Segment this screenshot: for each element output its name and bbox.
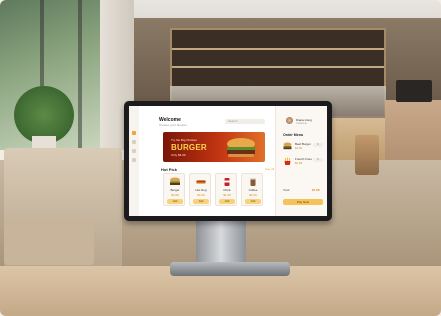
product-card[interactable]: Hot Dog $3.49 Add: [189, 173, 211, 206]
cafe-photo: Welcome Choose your favorite Search Try …: [0, 0, 441, 316]
cart-icon[interactable]: [132, 149, 136, 153]
banner-tagline: Try the Big Chicken: [171, 138, 198, 142]
hotdog-icon: [196, 180, 206, 184]
order-item-price: $4.99: [295, 146, 302, 150]
section-title: Hot Pick: [161, 167, 178, 172]
order-item[interactable]: Beef Burger $4.99 1: [283, 141, 323, 152]
kiosk-monitor: Welcome Choose your favorite Search Try …: [124, 101, 332, 221]
product-card[interactable]: Coffee $2.49 Add: [241, 173, 263, 206]
banner-headline: BURGER: [171, 143, 207, 152]
burger-icon: [283, 142, 292, 150]
coffee-machine: [396, 80, 432, 102]
order-title: Order Menu: [283, 133, 304, 137]
add-button[interactable]: Add: [219, 199, 235, 204]
product-card[interactable]: Drink $1.99 Add: [215, 173, 237, 206]
search-input[interactable]: Search: [225, 119, 265, 124]
shelf-light: [172, 66, 384, 68]
product-name: Coffee: [248, 188, 258, 192]
total-label: Total: [283, 188, 290, 192]
window-frame: [78, 0, 82, 150]
fries-icon: [284, 157, 291, 165]
home-icon[interactable]: [132, 131, 136, 135]
product-price: $2.49: [249, 193, 257, 197]
pay-button[interactable]: Pay Now: [283, 199, 323, 205]
order-item-price: $2.99: [295, 161, 302, 165]
product-name: Drink: [223, 188, 231, 192]
banner-price: Only $6.99: [171, 153, 186, 157]
kiosk-stand: [196, 218, 246, 266]
kiosk-sidebar: [129, 106, 139, 216]
kiosk-screen[interactable]: Welcome Choose your favorite Search Try …: [129, 106, 327, 216]
product-name: Burger: [170, 188, 180, 192]
see-all-link[interactable]: See all: [265, 167, 274, 171]
product-price: $3.49: [197, 193, 205, 197]
drink-icon: [224, 178, 230, 186]
kiosk-base: [170, 262, 290, 276]
order-item[interactable]: French Fries $2.99 1: [283, 156, 323, 167]
total-value: $7.98: [312, 188, 320, 192]
promo-banner[interactable]: Try the Big Chicken BURGER Only $6.99: [163, 132, 265, 162]
bar-stool: [355, 135, 379, 175]
burger-icon: [170, 177, 180, 185]
shelf-light: [172, 48, 384, 50]
product-price: $1.99: [223, 193, 231, 197]
avatar[interactable]: [286, 117, 293, 124]
add-button[interactable]: Add: [193, 199, 209, 204]
quantity-stepper[interactable]: 1: [313, 143, 323, 147]
user-role: Customer: [296, 122, 308, 125]
menu-icon[interactable]: [132, 140, 136, 144]
quantity-stepper[interactable]: 1: [313, 158, 323, 162]
add-button[interactable]: Add: [245, 199, 261, 204]
coffee-icon: [250, 178, 256, 186]
welcome-subtitle: Choose your favorite: [159, 123, 187, 127]
product-name: Hot Dog: [195, 188, 207, 192]
order-panel: Diana Hong Customer Order Menu Beef Burg…: [275, 106, 327, 216]
product-card[interactable]: Burger $4.99 Add: [163, 173, 185, 206]
add-button[interactable]: Add: [167, 199, 183, 204]
burger-icon: [227, 138, 255, 157]
booth-cushion: [4, 220, 94, 265]
product-price: $4.99: [171, 193, 179, 197]
settings-icon[interactable]: [132, 158, 136, 162]
